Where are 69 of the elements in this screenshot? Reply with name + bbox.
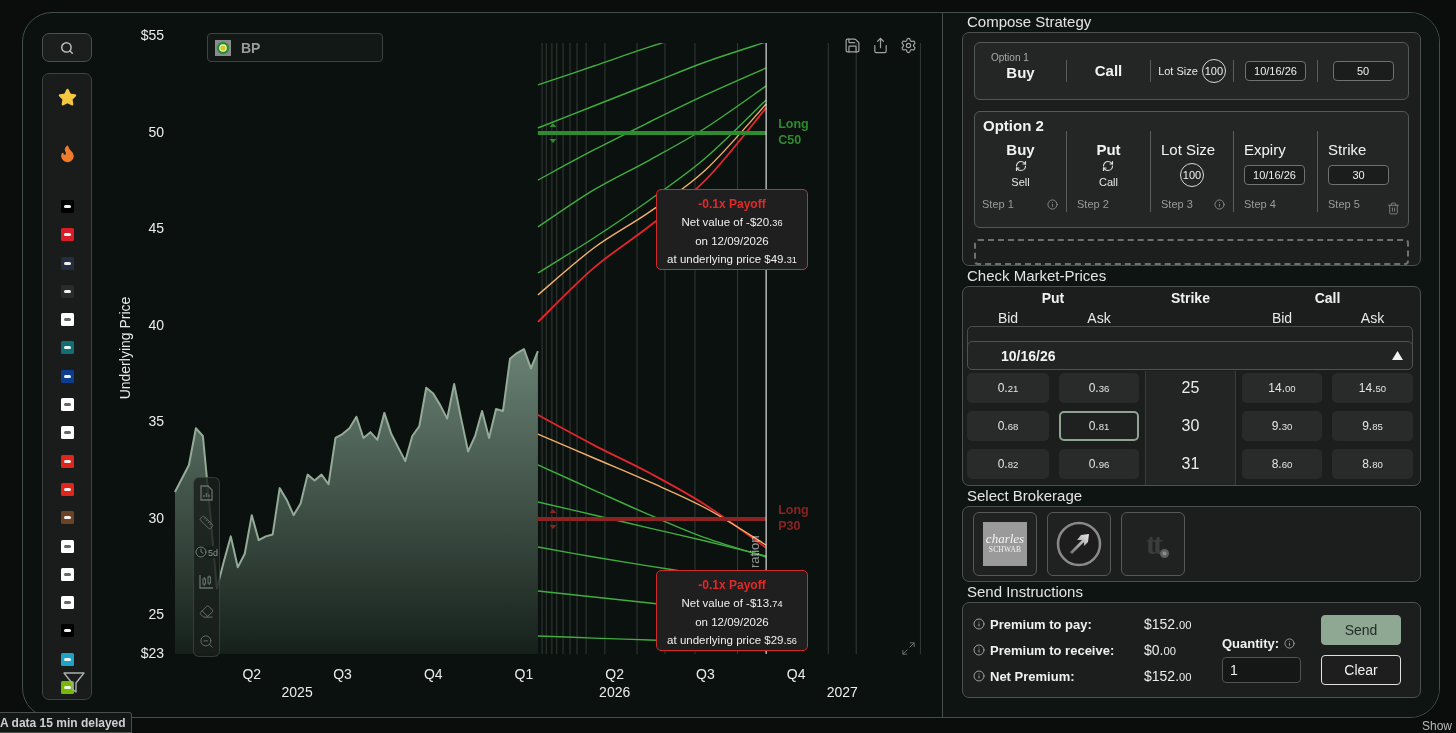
- step-label: Step 1: [982, 198, 1014, 210]
- action-label: Buy: [1006, 140, 1035, 160]
- axis-title: Underlying Price: [116, 296, 133, 400]
- tooltip-title: -0.1x Payoff: [698, 196, 766, 213]
- axis-tick-label: Q3: [333, 665, 352, 682]
- column-subheader: Ask: [1087, 310, 1111, 326]
- section-title: Compose Strategy: [966, 13, 1093, 32]
- section-title: Send Instructions: [966, 582, 1084, 602]
- axis-year-label: 2026: [599, 683, 631, 700]
- expiry-label: Expiry: [1244, 140, 1286, 160]
- section-title: Check Market-Prices: [966, 266, 1108, 286]
- axis-tick-label: Q4: [786, 665, 806, 682]
- option-label: Option 1: [990, 52, 1030, 64]
- axis-year-label: 2025: [281, 683, 313, 700]
- column-header: Put: [1041, 290, 1065, 306]
- tooltip-text: Net value of -$13.74: [681, 596, 783, 611]
- expiration-label: ration: [746, 535, 762, 568]
- option-title: Option 2: [982, 117, 1045, 135]
- column-subheader: Ask: [1360, 310, 1385, 326]
- axis-tick-label: Q4: [423, 665, 443, 682]
- premium-label: Net Premium:: [990, 668, 1076, 684]
- option-type-label: Call: [1094, 62, 1123, 80]
- lot-size-label: Lot Size: [1161, 140, 1216, 160]
- step-label: Step 4: [1244, 198, 1276, 210]
- tooltip-text: on 12/09/2026: [695, 234, 769, 249]
- axis-tick-label: 50: [148, 123, 164, 140]
- tooltip-text: at underlying price $49.31: [667, 252, 797, 267]
- premium-value: $152.00: [1144, 668, 1192, 684]
- strike-label: Strike: [1328, 140, 1367, 160]
- data-delay-notice: A data 15 min delayed: [0, 712, 132, 733]
- column-subheader: Bid: [1271, 310, 1293, 326]
- tooltip-text: at underlying price $29.56: [667, 633, 797, 648]
- premium-label: Premium to receive:: [990, 642, 1116, 658]
- tooltip-title: -0.1x Payoff: [698, 577, 766, 594]
- axis-tick-label: 25: [148, 606, 164, 623]
- column-header: Strike: [1171, 290, 1210, 306]
- strike-price: 30: [1181, 417, 1200, 435]
- axis-tick-label: 35: [148, 413, 164, 430]
- axis-year-label: 2027: [826, 683, 858, 700]
- premium-value: $0.00: [1144, 642, 1176, 658]
- strike-label: Long C50: [778, 117, 809, 148]
- alternate-action-label: Sell: [1011, 175, 1030, 189]
- axis-tick-label: $23: [140, 644, 164, 661]
- strike-price: 31: [1181, 455, 1200, 473]
- axis-tick-label: Q3: [696, 665, 715, 682]
- lot-size-label: Lot Size: [1158, 65, 1198, 77]
- action-label: Buy: [1005, 64, 1036, 82]
- step-label: Step 5: [1328, 198, 1360, 210]
- quantity-label: Quantity:: [1222, 635, 1280, 651]
- alternate-type-label: Call: [1099, 175, 1118, 189]
- axis-tick-label: Q1: [514, 665, 534, 682]
- step-label: Step 3: [1161, 198, 1193, 210]
- column-subheader: Bid: [997, 310, 1019, 326]
- option-type-label: Put: [1096, 140, 1121, 160]
- axis-tick-label: Q2: [605, 665, 625, 682]
- strike-price: 25: [1181, 379, 1200, 397]
- axis-tick-label: 30: [148, 509, 164, 526]
- column-header: Call: [1314, 290, 1341, 306]
- step-label: Step 2: [1077, 198, 1109, 210]
- axis-tick-label: 45: [148, 220, 164, 237]
- axis-tick-label: $55: [140, 27, 164, 44]
- tooltip-text: on 12/09/2026: [695, 615, 769, 630]
- axis-tick-label: Q2: [242, 665, 262, 682]
- premium-value: $152.00: [1144, 616, 1192, 632]
- strike-label: Long P30: [778, 503, 809, 534]
- section-title: Select Brokerage: [966, 486, 1084, 506]
- tooltip-text: Net value of -$20.36: [681, 215, 783, 230]
- axis-tick-label: 40: [148, 316, 164, 333]
- premium-label: Premium to pay:: [990, 616, 1093, 632]
